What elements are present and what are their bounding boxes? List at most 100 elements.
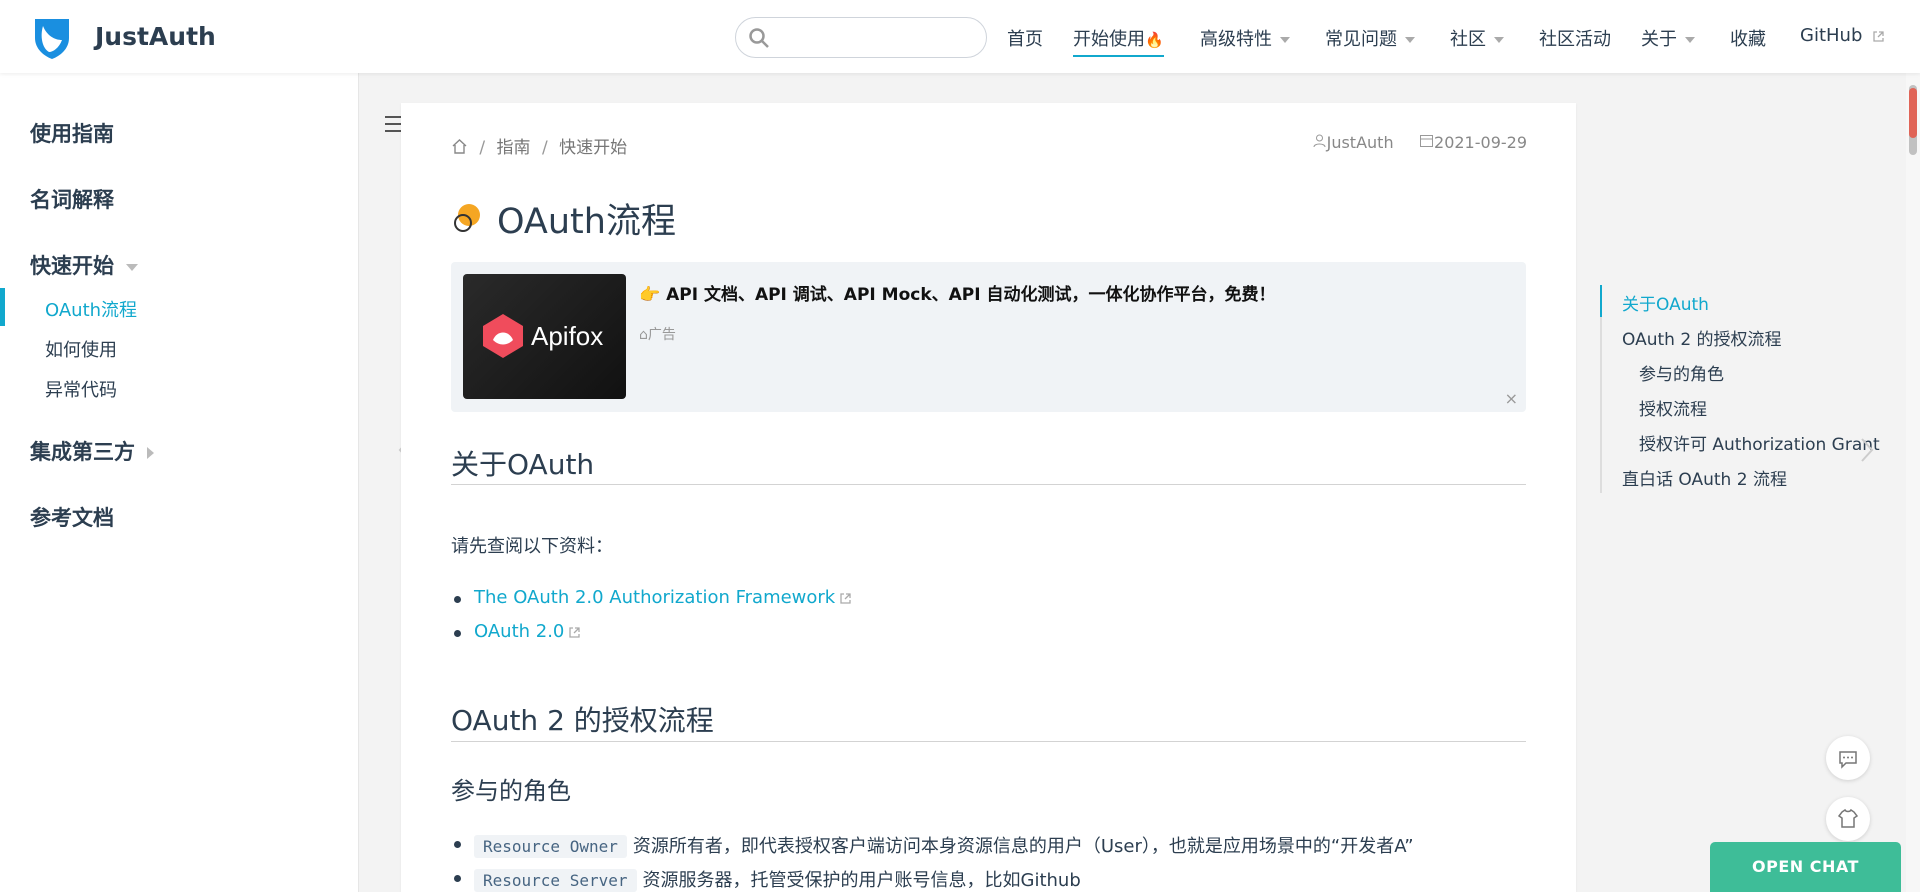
external-link-icon [569, 626, 581, 638]
article-meta: JustAuth 2021-09-29 [1312, 133, 1527, 152]
nav-community-events-label: 社区活动 [1539, 29, 1611, 50]
chevron-down-icon [1685, 37, 1695, 43]
nav-github-label: GitHub [1800, 25, 1863, 46]
toc-item-oauth2-flow[interactable]: OAuth 2 的授权流程 [1622, 325, 1782, 350]
section-about-intro: 请先查阅以下资料： [451, 536, 613, 557]
search-input[interactable] [735, 17, 987, 58]
page-title-text: OAuth流程 [497, 202, 676, 242]
theme-button[interactable] [1826, 797, 1870, 841]
comment-icon [1839, 751, 1857, 769]
breadcrumb: / 指南 / 快速开始 [451, 133, 627, 158]
nav-faq[interactable]: 常见问题 [1325, 25, 1415, 51]
scrollbar[interactable] [1906, 73, 1920, 892]
top-navbar: JustAuth 首页 开始使用🔥 高级特性 常见问题 社区 社区活动 关于 收… [0, 0, 1920, 73]
search-icon [749, 28, 769, 48]
toc-active-indicator [1600, 285, 1602, 317]
section-about-oauth-title: 关于OAuth [451, 448, 595, 481]
nav-github[interactable]: GitHub [1800, 25, 1885, 46]
scrollbar-marker [1909, 88, 1917, 138]
inline-code: Resource Server [474, 869, 637, 892]
sidebar-item-oauth-flow[interactable]: OAuth流程 [45, 296, 137, 322]
external-link-icon [840, 592, 851, 604]
chevron-right-icon [147, 447, 154, 459]
ad-tag: ⌂广告 [639, 324, 676, 344]
shirt-icon [1837, 808, 1859, 828]
breadcrumb-separator: / [541, 138, 548, 158]
toc-item-authorization-grant[interactable]: 授权许可 Authorization Grant [1639, 430, 1880, 455]
sidebar-group-third-party-label: 集成第三方 [30, 440, 135, 464]
ad-banner[interactable]: Apifox 👉 API 文档、API 调试、API Mock、API 自动化测… [451, 262, 1526, 412]
ad-text[interactable]: 👉 API 文档、API 调试、API Mock、API 自动化测试，一体化协作… [639, 280, 1276, 305]
chevron-down-icon [1405, 37, 1415, 43]
nav-favorite-label: 收藏 [1730, 29, 1766, 50]
breadcrumb-separator: / [479, 138, 486, 158]
chevron-down-icon [1280, 37, 1290, 43]
title-emoji-icon [454, 204, 480, 232]
home-icon[interactable] [451, 138, 468, 155]
toc-item-roles[interactable]: 参与的角色 [1639, 360, 1724, 385]
justauth-logo[interactable] [29, 14, 75, 60]
user-icon [1313, 134, 1326, 148]
nav-about-label: 关于 [1641, 29, 1677, 50]
sidebar-group-reference[interactable]: 参考文档 [30, 502, 114, 532]
publish-date: 2021-09-29 [1434, 133, 1527, 152]
nav-community-label: 社区 [1450, 29, 1486, 50]
ad-tag-label: 广告 [647, 327, 676, 343]
comment-button[interactable] [1826, 736, 1870, 780]
apifox-logo[interactable]: Apifox [463, 274, 626, 399]
list-item: OAuth 2.0 [453, 621, 581, 642]
external-link-icon [1873, 30, 1884, 42]
breadcrumb-guide[interactable]: 指南 [497, 138, 531, 158]
section-divider [451, 741, 1526, 742]
sidebar-item-error-codes[interactable]: 异常代码 [45, 376, 117, 402]
close-icon[interactable]: × [1505, 389, 1518, 408]
fire-icon: 🔥 [1145, 31, 1164, 49]
chevron-down-icon [126, 263, 138, 271]
article-content: / 指南 / 快速开始 JustAuth 2021-09-29 OAuth流程 … [401, 103, 1576, 892]
sidebar-group-usage-guide[interactable]: 使用指南 [30, 118, 114, 148]
nav-getting-started-label: 开始使用 [1073, 29, 1145, 50]
nav-community-events[interactable]: 社区活动 [1539, 25, 1611, 51]
section-divider [451, 484, 1526, 485]
apifox-wordmark: Apifox [531, 321, 604, 351]
calendar-icon [1420, 135, 1434, 147]
open-chat-button[interactable]: OPEN CHAT [1710, 842, 1901, 892]
author-name[interactable]: JustAuth [1327, 133, 1394, 152]
chevron-down-icon [1494, 37, 1504, 43]
link-oauth2[interactable]: OAuth 2.0 [474, 621, 564, 642]
section-oauth2-flow-title: OAuth 2 的授权流程 [451, 704, 714, 737]
section-roles-title: 参与的角色 [451, 777, 571, 805]
brand-name[interactable]: JustAuth [95, 22, 216, 51]
list-item: The OAuth 2.0 Authorization Framework [453, 587, 852, 608]
nav-home[interactable]: 首页 [1007, 25, 1043, 51]
nav-advanced-label: 高级特性 [1200, 29, 1272, 50]
nav-community[interactable]: 社区 [1450, 25, 1504, 51]
role-description: 资源服务器，托管受保护的用户账号信息，比如Github [642, 870, 1081, 891]
nav-advanced[interactable]: 高级特性 [1200, 25, 1290, 51]
toc-item-plain-oauth2[interactable]: 直白话 OAuth 2 流程 [1622, 465, 1787, 490]
inline-code: Resource Owner [474, 835, 627, 858]
ad-icon: ⌂ [639, 327, 648, 343]
page-title: OAuth流程 [451, 193, 676, 244]
sidebar-item-how-to-use[interactable]: 如何使用 [45, 336, 117, 362]
sidebar-group-glossary[interactable]: 名词解释 [30, 184, 114, 214]
role-description: 资源所有者，即代表授权客户端访问本身资源信息的用户（User），也就是应用场景中… [632, 836, 1414, 857]
nav-getting-started[interactable]: 开始使用🔥 [1073, 25, 1164, 57]
nav-favorite[interactable]: 收藏 [1730, 25, 1766, 51]
nav-home-label: 首页 [1007, 29, 1043, 50]
toc-item-auth-flow[interactable]: 授权流程 [1639, 395, 1707, 420]
sidebar-group-quick-start[interactable]: 快速开始 [30, 250, 138, 280]
sidebar-group-third-party[interactable]: 集成第三方 [30, 436, 154, 466]
sidebar-group-quick-start-label: 快速开始 [30, 254, 114, 278]
sidebar: 使用指南 名词解释 快速开始 OAuth流程 如何使用 异常代码 集成第三方 参… [0, 73, 359, 892]
list-item: Resource Server 资源服务器，托管受保护的用户账号信息，比如Gith… [454, 866, 1081, 892]
toc-item-about-oauth[interactable]: 关于OAuth [1622, 290, 1709, 315]
apifox-fox-icon [483, 314, 523, 358]
breadcrumb-quick-start[interactable]: 快速开始 [559, 138, 627, 158]
list-item: Resource Owner 资源所有者，即代表授权客户端访问本身资源信息的用户（… [454, 832, 1414, 858]
nav-faq-label: 常见问题 [1325, 29, 1397, 50]
sidebar-active-indicator [0, 288, 5, 326]
next-page-arrow-icon[interactable] [1858, 437, 1876, 463]
nav-about[interactable]: 关于 [1641, 25, 1695, 51]
link-oauth2-framework[interactable]: The OAuth 2.0 Authorization Framework [474, 587, 835, 608]
